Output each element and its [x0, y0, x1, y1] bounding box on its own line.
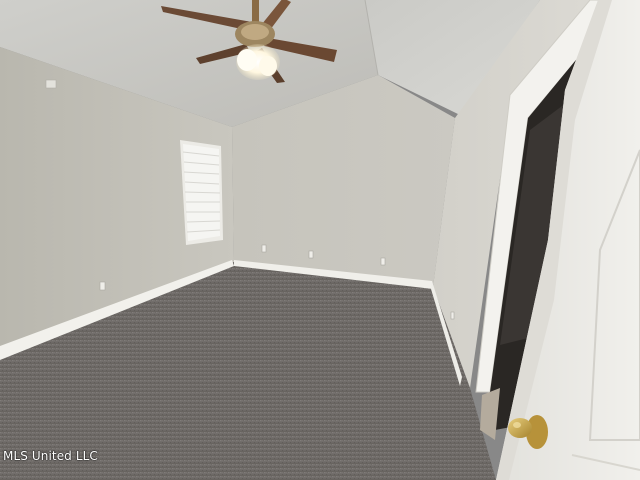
window: [180, 140, 223, 245]
mls-watermark: MLS United LLC: [3, 449, 98, 463]
room-photo: [0, 0, 640, 480]
wall-sensor: [45, 79, 57, 89]
